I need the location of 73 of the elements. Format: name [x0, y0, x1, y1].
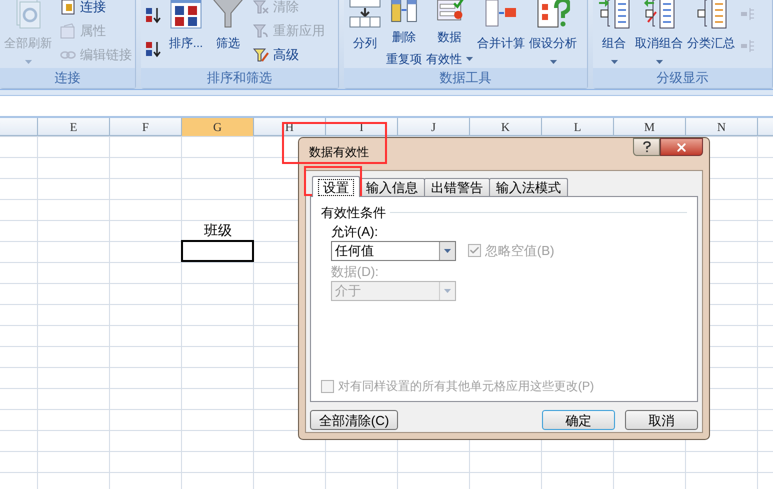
dropdown-caret-icon [610, 60, 618, 64]
ribbon-button[interactable]: 排序... [169, 0, 204, 68]
properties-icon [60, 23, 76, 39]
close-icon [675, 140, 688, 154]
ribbon-button[interactable]: 取消组合 [635, 0, 683, 68]
group-label: 有效性条件 [321, 204, 386, 222]
dropdown-caret-icon [656, 60, 662, 64]
ribbon-group-label: 数据工具 [344, 68, 587, 88]
ribbon-button-label: 组合 [602, 35, 626, 52]
allow-select[interactable]: 任何值 [331, 240, 456, 260]
help-icon [642, 141, 650, 153]
active-cell[interactable] [181, 240, 254, 262]
dialog-button[interactable]: 确定 [542, 410, 615, 430]
dialog-title: 数据有效性 [308, 144, 369, 159]
ribbon-button[interactable]: 假设分析 [529, 0, 577, 68]
column-header[interactable]: N [686, 118, 758, 136]
column-header[interactable]: K [470, 118, 542, 136]
ribbon-button[interactable]: 分列 [348, 0, 382, 68]
column-header[interactable]: E [38, 118, 110, 136]
ribbon-button-label: 合并计算 [477, 35, 525, 52]
help-button[interactable] [633, 138, 660, 156]
dropdown-caret-icon [550, 60, 556, 64]
ribbon-button-label: 排序... [169, 35, 204, 52]
close-button[interactable] [660, 138, 703, 156]
what-if-icon [536, 0, 570, 30]
split-columns-icon [348, 0, 382, 30]
sort-icon [169, 0, 203, 30]
ribbon-button[interactable]: 删除 重复项 [386, 0, 422, 68]
ribbon-button-label: 分列 [353, 35, 377, 52]
ribbon-button-label: 全部刷新 [4, 35, 52, 52]
ungroup-icon [642, 0, 676, 30]
allow-label: 允许(A): [331, 222, 379, 240]
dialog-tab[interactable]: 设置 [312, 176, 360, 197]
ribbon-group-label: 分级显示 [593, 68, 772, 88]
column-header[interactable]: M [614, 118, 686, 136]
column-header[interactable]: J [398, 118, 470, 136]
funnel-icon [211, 0, 246, 30]
ribbon-button[interactable]: 筛选 [211, 0, 246, 68]
ribbon-group-label: 连接 [0, 68, 135, 88]
ribbon-button[interactable]: 合并计算 [477, 0, 525, 68]
dialog-tab[interactable]: 输入信息 [359, 178, 425, 196]
dropdown-caret-icon [466, 57, 473, 61]
dialog-button[interactable]: 取消 [625, 410, 698, 430]
group-icon [597, 0, 631, 30]
connection-icon [60, 0, 76, 15]
clear-filter-icon [253, 0, 270, 15]
column-header[interactable]: L [542, 118, 614, 136]
cell-text: 班级 [203, 221, 233, 240]
ribbon-button-label: 取消组合 [635, 35, 683, 52]
dropdown-caret-icon [24, 60, 32, 64]
dialog-tab[interactable]: 出错警告 [424, 178, 490, 196]
ribbon-button[interactable]: 分类汇总 [687, 0, 735, 68]
dialog-button[interactable]: 全部清除(C) [310, 410, 398, 430]
advanced-filter-icon [253, 47, 270, 63]
ribbon-button-label: 删除 [392, 29, 416, 46]
ribbon-small-button[interactable]: 连接 [60, 0, 132, 16]
column-header[interactable]: G [182, 118, 254, 136]
ribbon-button-label: 数据 [438, 29, 462, 46]
ribbon-button-label: 重复项 [386, 51, 422, 68]
ribbon-button-label: 筛选 [216, 35, 240, 52]
dropdown-caret-icon [444, 288, 451, 292]
ribbon-group-label: 排序和筛选 [141, 68, 338, 88]
ribbon-button-label: 有效性 [426, 51, 462, 68]
ribbon-small-button[interactable]: 高级 [253, 46, 326, 64]
dialog-tab[interactable]: 输入法模式 [489, 178, 568, 196]
dropdown-caret-icon [444, 248, 451, 252]
ribbon-button[interactable]: 组合 [597, 0, 631, 68]
ribbon-button-label: 分类汇总 [687, 35, 735, 52]
data-label: 数据(D): [331, 262, 380, 280]
ribbon-button[interactable]: 数据 有效性 [426, 0, 473, 68]
highlight-frame [304, 166, 362, 196]
reapply-filter-icon [253, 23, 270, 39]
ribbon-button-label: 假设分析 [529, 35, 577, 52]
